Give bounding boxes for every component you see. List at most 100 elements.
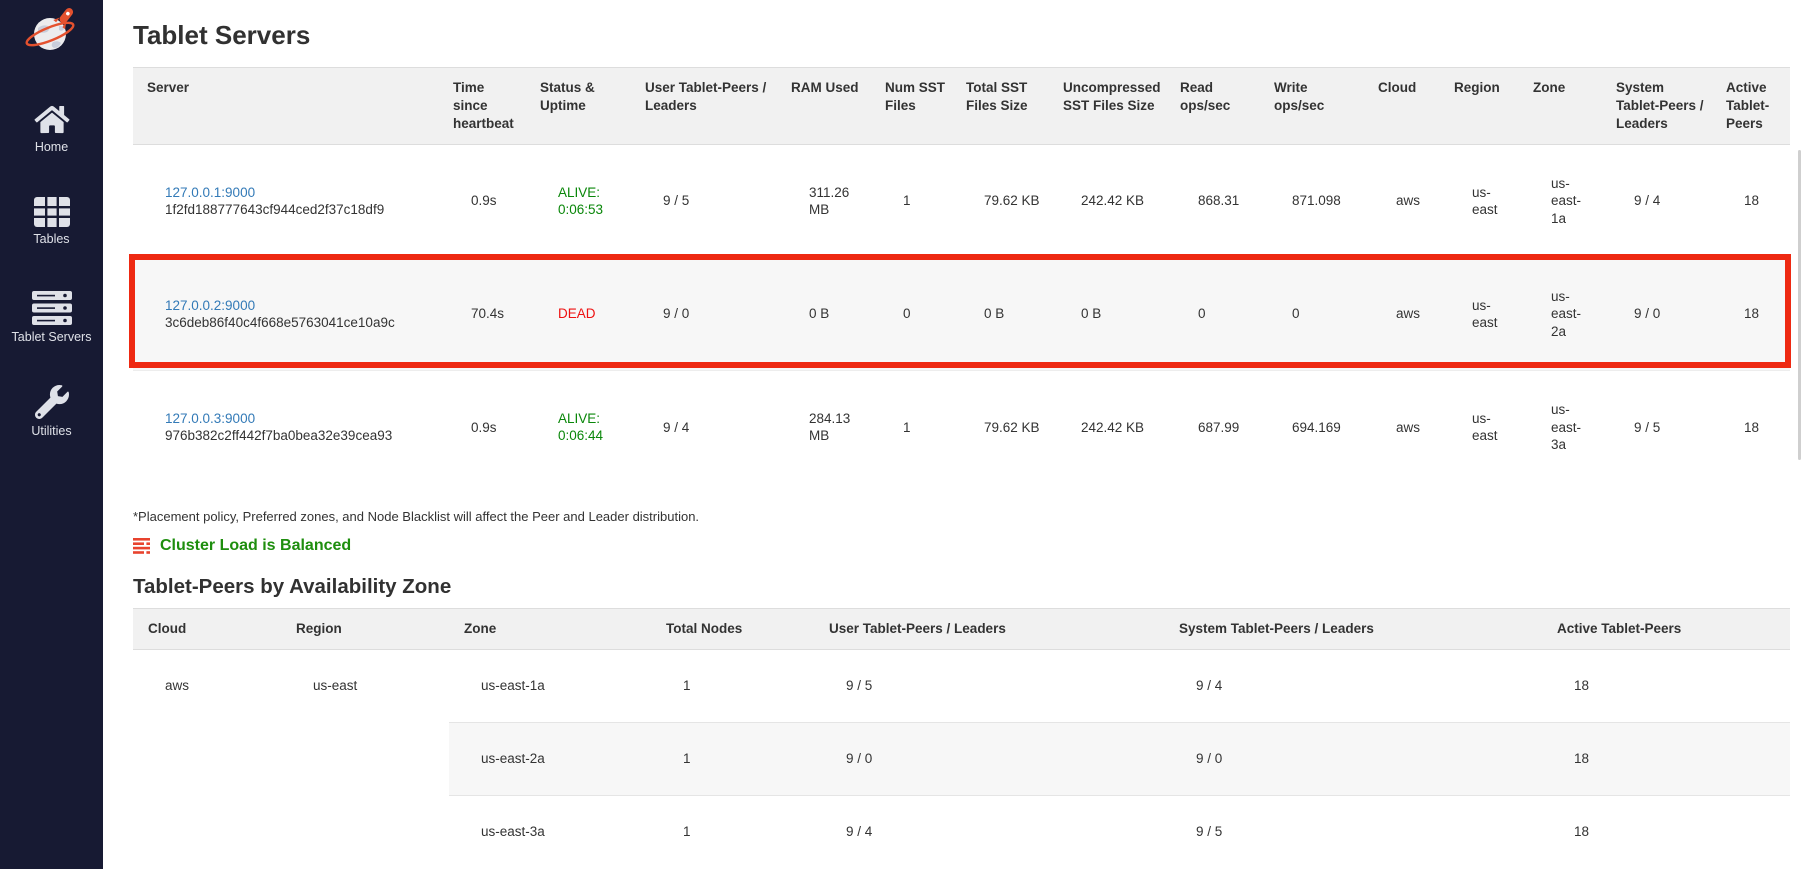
cell-active-peers: 18 <box>1542 722 1790 795</box>
tablet-servers-table: Server Time since heartbeat Status & Upt… <box>133 67 1790 484</box>
cell-heartbeat: 70.4s <box>439 258 526 371</box>
page-title: Tablet Servers <box>133 20 1805 51</box>
cell-zone: us-east-1a <box>449 649 651 722</box>
server-link[interactable]: 127.0.0.2:9000 <box>165 298 255 313</box>
cell-write-ops: 871.098 <box>1260 145 1364 258</box>
col-uncompressed-sst: Uncompressed SST Files Size <box>1049 68 1166 145</box>
col-write-ops: Write ops/sec <box>1260 68 1364 145</box>
cell-active-peers: 18 <box>1542 795 1790 868</box>
cell-region: us-east <box>1440 145 1519 258</box>
col-total-nodes: Total Nodes <box>651 608 814 649</box>
server-row-2-dead: 127.0.0.2:9000 3c6deb86f40c4f668e5763041… <box>133 258 1790 371</box>
col-zone: Zone <box>1519 68 1602 145</box>
cell-status: ALIVE: 0:06:44 <box>526 371 631 484</box>
cell-active-peers: 18 <box>1712 145 1790 258</box>
cell-total-sst: 79.62 KB <box>952 145 1049 258</box>
cell-zone: us-east-3a <box>1519 371 1602 484</box>
sidebar-item-utilities[interactable]: Utilities <box>0 385 103 438</box>
cell-ram: 284.13 MB <box>777 371 871 484</box>
cell-cloud: aws <box>133 649 281 868</box>
cell-region: us-east <box>1440 371 1519 484</box>
server-link[interactable]: 127.0.0.3:9000 <box>165 411 255 426</box>
main-content: Tablet Servers Server Time since heartbe… <box>103 0 1805 869</box>
cell-uncompressed-sst: 242.42 KB <box>1049 371 1166 484</box>
cell-system-peers: 9 / 4 <box>1602 145 1712 258</box>
cell-heartbeat: 0.9s <box>439 145 526 258</box>
col-system-peers: System Tablet-Peers / Leaders <box>1602 68 1712 145</box>
cell-uncompressed-sst: 242.42 KB <box>1049 145 1166 258</box>
cell-system-peers: 9 / 0 <box>1602 258 1712 371</box>
sidebar-label-tablet-servers: Tablet Servers <box>0 330 103 344</box>
app-logo[interactable] <box>0 6 103 61</box>
col-user-peers: User Tablet-Peers / Leaders <box>631 68 777 145</box>
cell-zone: us-east-3a <box>449 795 651 868</box>
sidebar-label-tables: Tables <box>0 232 103 246</box>
az-row-1: aws us-east us-east-1a 1 9 / 5 9 / 4 18 <box>133 649 1790 722</box>
sidebar-label-utilities: Utilities <box>0 424 103 438</box>
col-total-sst: Total SST Files Size <box>952 68 1049 145</box>
cell-ram: 311.26 MB <box>777 145 871 258</box>
cell-user-peers: 9 / 0 <box>814 722 1164 795</box>
cell-system-peers: 9 / 5 <box>1602 371 1712 484</box>
cluster-load-label: Cluster Load is Balanced <box>160 537 351 555</box>
col-cloud: Cloud <box>1364 68 1440 145</box>
server-uuid: 1f2fd188777643cf944ced2f37c18df9 <box>165 201 433 219</box>
cell-num-sst: 0 <box>871 258 952 371</box>
server-row-1: 127.0.0.1:9000 1f2fd188777643cf944ced2f3… <box>133 145 1790 258</box>
server-row-3: 127.0.0.3:9000 976b382c2ff442f7ba0bea32e… <box>133 371 1790 484</box>
az-table: Cloud Region Zone Total Nodes User Table… <box>133 608 1790 869</box>
cell-cloud: aws <box>1364 145 1440 258</box>
cell-total-nodes: 1 <box>651 795 814 868</box>
cell-total-nodes: 1 <box>651 722 814 795</box>
cell-heartbeat: 0.9s <box>439 371 526 484</box>
az-section-title: Tablet-Peers by Availability Zone <box>133 575 1805 599</box>
cell-uncompressed-sst: 0 B <box>1049 258 1166 371</box>
cell-read-ops: 687.99 <box>1166 371 1260 484</box>
cell-region: us-east <box>281 649 449 868</box>
servers-header-row: Server Time since heartbeat Status & Upt… <box>133 68 1790 145</box>
col-active-peers: Active Tablet-Peers <box>1542 608 1790 649</box>
cell-ram: 0 B <box>777 258 871 371</box>
col-zone: Zone <box>449 608 651 649</box>
server-link[interactable]: 127.0.0.1:9000 <box>165 185 255 200</box>
tablet-servers-icon <box>32 291 72 325</box>
scrollbar-thumb[interactable] <box>1798 150 1801 460</box>
cell-status: DEAD <box>526 258 631 371</box>
col-region: Region <box>1440 68 1519 145</box>
cell-zone: us-east-2a <box>1519 258 1602 371</box>
cell-active-peers: 18 <box>1542 649 1790 722</box>
cell-write-ops: 0 <box>1260 258 1364 371</box>
cell-user-peers: 9 / 4 <box>631 371 777 484</box>
placement-footnote: *Placement policy, Preferred zones, and … <box>133 509 1805 524</box>
cell-user-peers: 9 / 0 <box>631 258 777 371</box>
cell-system-peers: 9 / 4 <box>1164 649 1542 722</box>
az-header-row: Cloud Region Zone Total Nodes User Table… <box>133 608 1790 649</box>
col-read-ops: Read ops/sec <box>1166 68 1260 145</box>
col-system-peers: System Tablet-Peers / Leaders <box>1164 608 1542 649</box>
sidebar: Home Tables <box>0 0 103 869</box>
cell-zone: us-east-1a <box>1519 145 1602 258</box>
sidebar-item-home[interactable]: Home <box>0 104 103 154</box>
cluster-load-status: Cluster Load is Balanced <box>133 537 1805 555</box>
cell-user-peers: 9 / 4 <box>814 795 1164 868</box>
home-icon <box>34 104 70 135</box>
cell-status: ALIVE: 0:06:53 <box>526 145 631 258</box>
sidebar-item-tables[interactable]: Tables <box>0 197 103 246</box>
cell-cloud: aws <box>1364 371 1440 484</box>
col-status-uptime: Status & Uptime <box>526 68 631 145</box>
tables-icon <box>34 197 70 227</box>
cell-cloud: aws <box>1364 258 1440 371</box>
server-uuid: 976b382c2ff442f7ba0bea32e39cea93 <box>165 427 433 445</box>
cell-total-sst: 0 B <box>952 258 1049 371</box>
col-user-peers: User Tablet-Peers / Leaders <box>814 608 1164 649</box>
cell-read-ops: 0 <box>1166 258 1260 371</box>
col-region: Region <box>281 608 449 649</box>
col-ram: RAM Used <box>777 68 871 145</box>
col-active-peers: Active Tablet-Peers <box>1712 68 1790 145</box>
col-heartbeat: Time since heartbeat <box>439 68 526 145</box>
cell-total-sst: 79.62 KB <box>952 371 1049 484</box>
sidebar-item-tablet-servers[interactable]: Tablet Servers <box>0 291 103 344</box>
col-num-sst: Num SST Files <box>871 68 952 145</box>
cell-num-sst: 1 <box>871 371 952 484</box>
cell-active-peers: 18 <box>1712 371 1790 484</box>
